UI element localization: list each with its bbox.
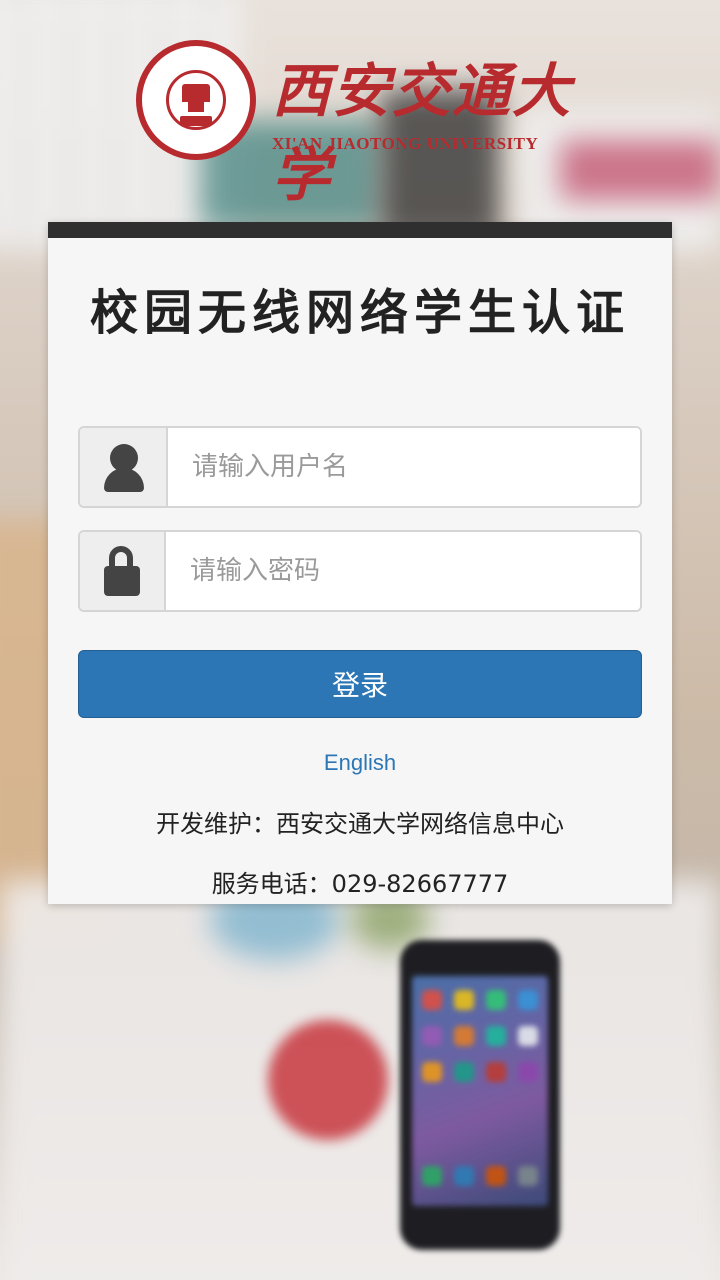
university-name-cn: 西安交通大学 (272, 57, 573, 209)
phone-app-icon (422, 1026, 442, 1046)
phone-app-icon (454, 1026, 474, 1046)
phone-app-icon (518, 1026, 538, 1046)
login-card: 校园无线网络学生认证 登录 English 开发维护：西安交通大学网络信息中心 … (48, 222, 672, 904)
seal-anvil-base (188, 102, 204, 112)
university-header: 西安交通大学 XI'AN JIAOTONG UNIVERSITY (136, 36, 586, 209)
password-field (78, 530, 642, 612)
login-button[interactable]: 登录 (78, 650, 642, 718)
phone-app-icon (486, 1166, 506, 1186)
phone-app-icon (518, 1062, 538, 1082)
password-input[interactable] (166, 532, 640, 610)
service-phone-text: 服务电话：029-82667777 (211, 870, 509, 898)
seal-anvil (182, 84, 210, 102)
background-lg-logo (268, 1020, 388, 1140)
background-phone (400, 940, 560, 1250)
user-icon-body (104, 468, 144, 492)
username-field (78, 426, 642, 508)
phone-app-icon (486, 990, 506, 1010)
page-title: 校园无线网络学生认证 (89, 285, 630, 341)
university-name-en: XI'AN JIAOTONG UNIVERSITY (272, 134, 539, 153)
lock-icon-body (104, 566, 140, 596)
university-seal-icon (136, 40, 256, 160)
phone-app-icon (454, 990, 474, 1010)
phone-app-icon (422, 1062, 442, 1082)
phone-app-icon (422, 990, 442, 1010)
username-addon (80, 428, 168, 506)
phone-app-icon (518, 1166, 538, 1186)
language-switch-link[interactable]: English (48, 750, 672, 776)
seal-year-banner (180, 116, 212, 126)
phone-app-icon (486, 1026, 506, 1046)
maintainer-text: 开发维护：西安交通大学网络信息中心 (156, 810, 564, 838)
background-phone-screen (412, 976, 548, 1206)
phone-app-icon (486, 1062, 506, 1082)
phone-app-icon (454, 1166, 474, 1186)
phone-app-icon (518, 990, 538, 1010)
phone-app-icon (422, 1166, 442, 1186)
password-addon (80, 532, 166, 610)
phone-app-icon (454, 1062, 474, 1082)
username-input[interactable] (168, 428, 640, 506)
